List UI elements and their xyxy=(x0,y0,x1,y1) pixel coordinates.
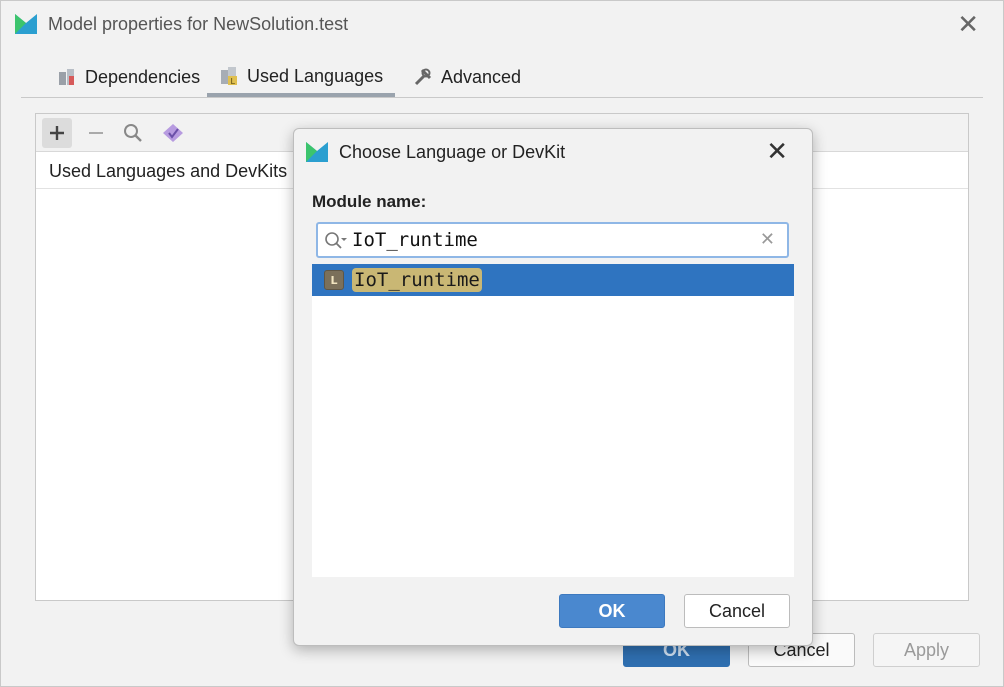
tab-dependencies[interactable]: Dependencies xyxy=(45,59,212,95)
dialog-ok-button[interactable]: OK xyxy=(559,594,665,628)
panel-header-label: Used Languages and DevKits xyxy=(49,161,288,181)
choose-language-dialog: Choose Language or DevKit ✕ Module name:… xyxy=(293,128,813,646)
mps-logo-icon xyxy=(306,142,328,162)
module-name-input[interactable] xyxy=(352,227,752,253)
close-icon[interactable]: ✕ xyxy=(766,138,788,164)
tab-label: Dependencies xyxy=(85,66,201,87)
tab-label: Used Languages xyxy=(247,65,384,86)
language-icon: L xyxy=(324,270,344,290)
results-list: L IoT_runtime xyxy=(312,264,794,577)
add-devkit-button[interactable] xyxy=(158,118,188,148)
tab-advanced[interactable]: Advanced xyxy=(401,59,533,95)
search-dropdown-icon xyxy=(325,232,347,249)
tab-label: Advanced xyxy=(441,66,522,87)
remove-icon xyxy=(89,132,103,134)
search-icon xyxy=(124,124,142,142)
tools-icon xyxy=(414,68,432,86)
tab-bar: Dependencies L Used Languages Advanced xyxy=(21,59,983,98)
dialog-title: Choose Language or DevKit xyxy=(339,142,566,162)
list-item-label: IoT_runtime xyxy=(352,268,482,292)
dialog-cancel-button[interactable]: Cancel xyxy=(684,594,790,628)
close-icon[interactable]: ✕ xyxy=(957,11,979,37)
window-title: Model properties for NewSolution.test xyxy=(48,14,349,34)
tab-used-languages[interactable]: L Used Languages xyxy=(207,59,396,97)
used-languages-icon: L xyxy=(221,67,237,86)
devkit-icon xyxy=(163,124,183,142)
apply-button[interactable]: Apply xyxy=(873,633,980,667)
add-button[interactable] xyxy=(42,118,72,148)
clear-icon[interactable]: ✕ xyxy=(760,229,775,250)
list-item[interactable]: L IoT_runtime xyxy=(312,264,794,296)
svg-text:L: L xyxy=(231,77,236,86)
dependencies-icon xyxy=(59,69,74,85)
remove-button[interactable] xyxy=(81,118,111,148)
find-button[interactable] xyxy=(118,118,148,148)
add-icon xyxy=(50,126,64,140)
window-titlebar: Model properties for NewSolution.test ✕ xyxy=(1,1,1003,47)
mps-logo-icon xyxy=(15,14,37,34)
module-name-label: Module name: xyxy=(312,192,427,211)
module-search-field[interactable]: ✕ xyxy=(316,222,789,258)
